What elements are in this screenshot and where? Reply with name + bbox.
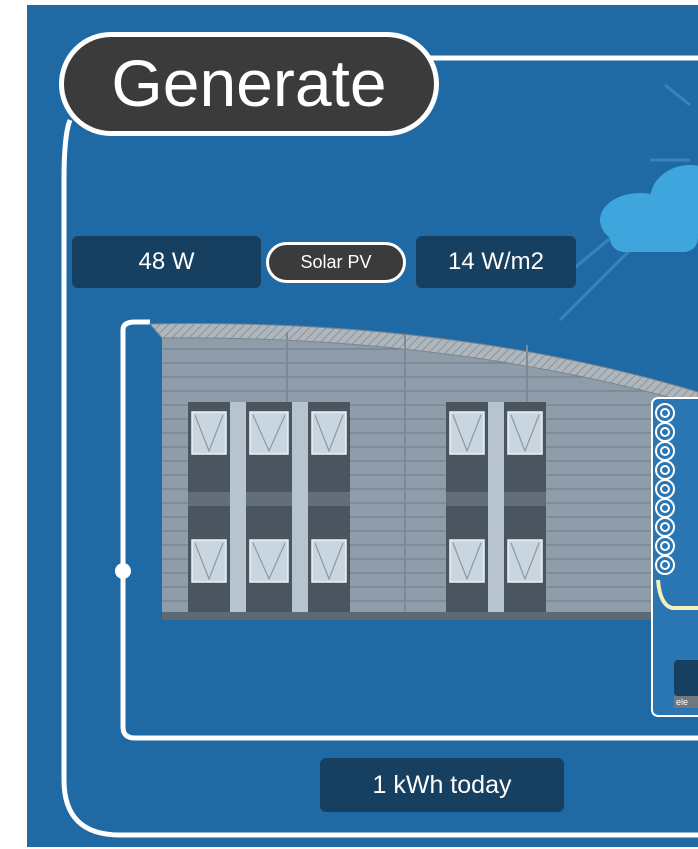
pv-cabinet xyxy=(651,397,698,717)
energy-today: 1 kWh today xyxy=(320,758,564,812)
flow-node xyxy=(115,563,131,579)
inverter-label: ele xyxy=(674,696,698,708)
building-illustration xyxy=(148,323,698,620)
solar-irradiance: 14 W/m2 xyxy=(416,236,576,288)
source-type-badge[interactable]: Solar PV xyxy=(266,242,406,283)
cloud-icon xyxy=(600,165,698,252)
generation-power: 48 W xyxy=(72,236,261,288)
panel-title: Generate xyxy=(59,32,439,136)
inverter-box xyxy=(674,660,698,696)
